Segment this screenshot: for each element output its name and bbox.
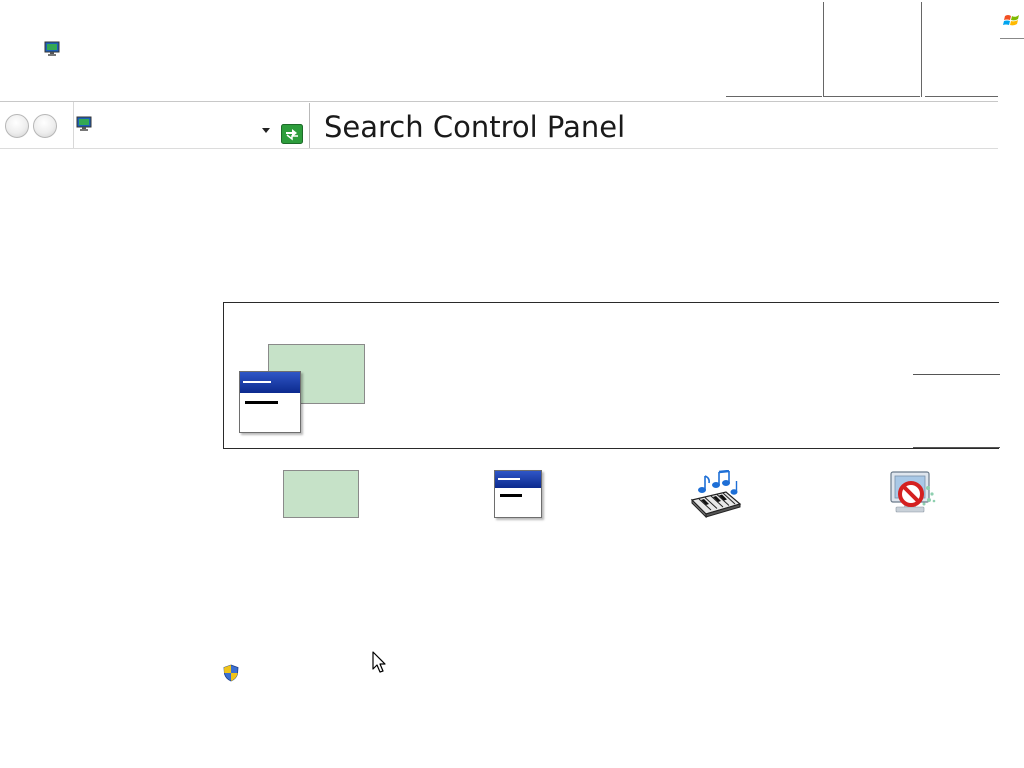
title-divider	[823, 2, 824, 97]
music-keyboard-icon	[690, 469, 742, 519]
application-window-icon	[494, 470, 542, 518]
application-window-icon	[239, 371, 301, 433]
forward-button[interactable]	[33, 114, 57, 138]
chevron-down-icon[interactable]	[262, 128, 270, 133]
refresh-button[interactable]	[281, 124, 303, 144]
windows-flag-icon	[1003, 12, 1021, 30]
navigation-buttons	[0, 102, 74, 148]
maximize-button[interactable]	[824, 96, 920, 97]
back-button[interactable]	[5, 114, 29, 138]
tile-green-swatch[interactable]	[283, 470, 359, 518]
tile-blocked-display[interactable]	[884, 470, 940, 518]
banner-link[interactable]	[913, 447, 1000, 448]
toolbar-border	[0, 148, 998, 149]
blocked-display-icon	[890, 471, 936, 513]
tile-application-window[interactable]	[494, 470, 542, 518]
title-divider	[921, 2, 922, 97]
uac-shield-icon[interactable]	[223, 664, 239, 682]
address-bar[interactable]	[74, 102, 305, 148]
close-button[interactable]	[925, 96, 998, 97]
tile-sound[interactable]	[690, 469, 742, 519]
search-input[interactable]: Search Control Panel	[309, 103, 998, 148]
search-placeholder: Search Control Panel	[324, 110, 626, 144]
os-divider	[1000, 38, 1024, 39]
refresh-icon	[281, 124, 303, 144]
minimize-button[interactable]	[726, 96, 822, 97]
control-panel-monitor-icon	[76, 116, 92, 132]
green-swatch-icon	[283, 470, 359, 518]
control-panel-monitor-icon	[44, 41, 60, 57]
mouse-cursor-icon	[372, 651, 388, 675]
banner-link[interactable]	[913, 374, 1000, 375]
banner-panel	[223, 302, 1000, 449]
